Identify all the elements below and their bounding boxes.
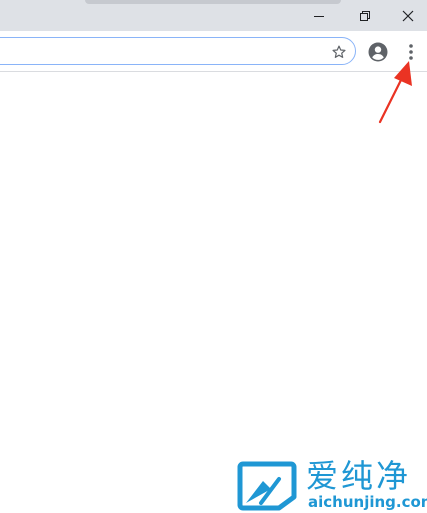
title-bar xyxy=(0,0,427,31)
minimize-icon xyxy=(314,15,324,17)
restore-button[interactable] xyxy=(342,0,388,31)
minimize-button[interactable] xyxy=(296,0,342,31)
watermark-url-text: aichunjing.com xyxy=(308,493,427,511)
restore-icon xyxy=(360,10,370,21)
browser-window: 爱纯净 aichunjing.com xyxy=(0,0,427,513)
star-icon xyxy=(332,45,346,58)
close-icon xyxy=(402,10,413,21)
browser-toolbar xyxy=(0,31,427,72)
watermark-brand-text: 爱纯净 xyxy=(306,457,412,495)
watermark-logo-icon xyxy=(237,461,297,511)
address-input[interactable] xyxy=(5,40,309,64)
red-arrow-annotation xyxy=(378,61,412,124)
watermark: 爱纯净 aichunjing.com xyxy=(234,459,427,513)
bookmark-star-button[interactable] xyxy=(329,42,349,62)
close-button[interactable] xyxy=(388,0,427,31)
address-bar[interactable] xyxy=(0,37,356,65)
